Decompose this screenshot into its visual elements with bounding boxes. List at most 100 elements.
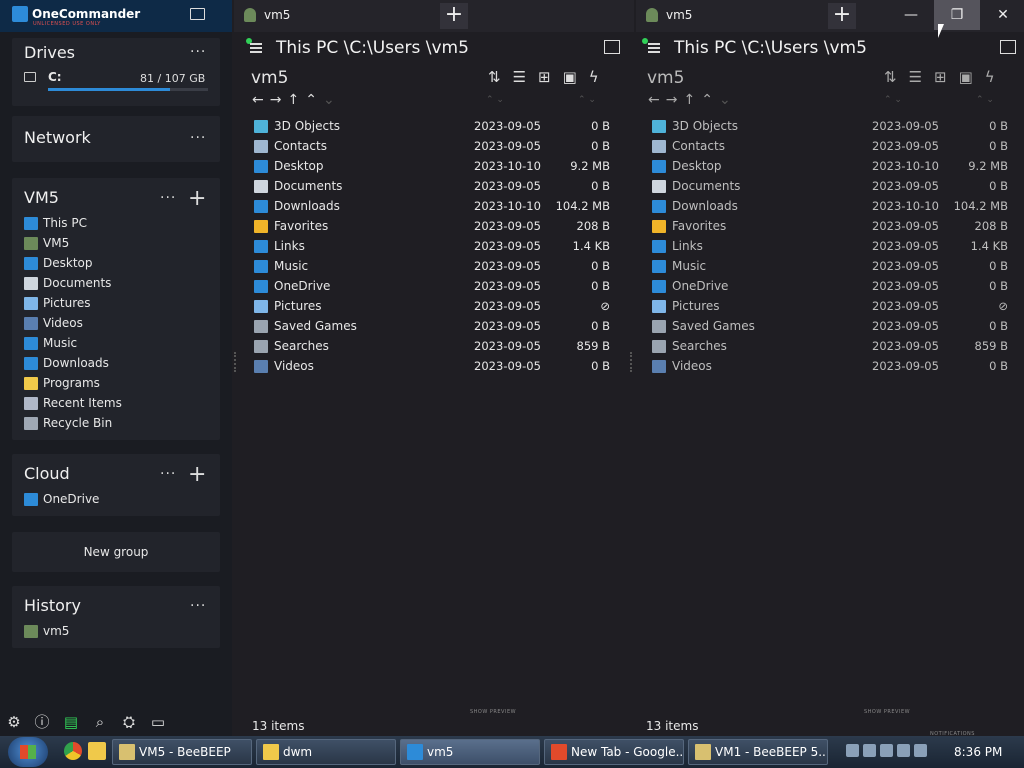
sidebar-item[interactable]: Downloads [24, 353, 109, 373]
file-row[interactable]: Documents 2023-09-05 0 B [646, 176, 1008, 196]
paste-icon[interactable]: ▣ [959, 68, 973, 86]
network-title[interactable]: Network [24, 128, 91, 147]
forward-icon[interactable]: → [270, 92, 282, 108]
layout-icon[interactable]: ▤ [63, 714, 79, 730]
file-row[interactable]: Searches 2023-09-05 859 B [646, 336, 1008, 356]
sidebar-item[interactable]: Programs [24, 373, 100, 393]
file-row[interactable]: Music 2023-09-05 0 B [248, 256, 610, 276]
security-icon[interactable] [846, 744, 859, 757]
taskbar-button[interactable]: VM1 - BeeBEEP 5.... [688, 739, 828, 765]
file-row[interactable]: Contacts 2023-09-05 0 B [646, 136, 1008, 156]
taskbar-button[interactable]: dwm [256, 739, 396, 765]
size-sorter[interactable]: ⌃ ⌄ [976, 95, 994, 105]
chevron-down-icon[interactable]: ⌄ [323, 92, 335, 108]
file-row[interactable]: 3D Objects 2023-09-05 0 B [248, 116, 610, 136]
actions-icon[interactable]: ϟ [985, 68, 995, 86]
up-icon[interactable]: ↑ [287, 92, 299, 108]
file-row[interactable]: Pictures 2023-09-05 ⊘ [248, 296, 610, 316]
file-row[interactable]: Videos 2023-09-05 0 B [646, 356, 1008, 376]
file-row[interactable]: Videos 2023-09-05 0 B [248, 356, 610, 376]
sort-icon[interactable]: ⇅ [488, 68, 501, 86]
drives-more-button[interactable]: ··· [190, 44, 206, 60]
sidebar-item[interactable]: OneDrive [24, 489, 99, 509]
file-row[interactable]: Music 2023-09-05 0 B [646, 256, 1008, 276]
date-sorter[interactable]: ⌃ ⌄ [884, 95, 902, 105]
sidebar-item[interactable]: Desktop [24, 253, 93, 273]
sidebar-item[interactable]: This PC [24, 213, 87, 233]
actions-icon[interactable]: ϟ [589, 68, 599, 86]
chevron-up-icon[interactable]: ⌃ [305, 92, 317, 108]
new-group-button[interactable]: New group [12, 532, 220, 572]
sidebar-item[interactable]: VM5 [24, 233, 69, 253]
right-show-preview[interactable]: SHOW PREVIEW [864, 709, 910, 715]
up-icon[interactable]: ↑ [683, 92, 695, 108]
settings-icon[interactable]: ⚙ [6, 714, 22, 730]
chrome-pinned-icon[interactable] [64, 742, 82, 760]
user-settings-icon[interactable]: ⛭ [121, 714, 137, 730]
taskbar-button[interactable]: VM5 - BeeBEEP [112, 739, 252, 765]
file-row[interactable]: Favorites 2023-09-05 208 B [248, 216, 610, 236]
file-row[interactable]: OneDrive 2023-09-05 0 B [646, 276, 1008, 296]
file-row[interactable]: Documents 2023-09-05 0 B [248, 176, 610, 196]
history-more-button[interactable]: ··· [190, 598, 206, 614]
close-button[interactable]: ✕ [980, 0, 1024, 30]
sort-icon[interactable]: ⇅ [884, 68, 897, 86]
sidebar-item[interactable]: Videos [24, 313, 83, 333]
date-sorter[interactable]: ⌃ ⌄ [486, 95, 504, 105]
sidebar-item[interactable]: vm5 [24, 621, 69, 641]
size-sorter[interactable]: ⌃ ⌄ [578, 95, 596, 105]
new-folder-icon[interactable]: ⊞ [934, 68, 947, 86]
new-window-icon[interactable]: ▭ [150, 714, 166, 730]
left-address-bar[interactable]: This PC \C:\Users \vm5 [250, 36, 469, 60]
file-row[interactable]: Links 2023-09-05 1.4 KB [248, 236, 610, 256]
sidebar-item[interactable]: Pictures [24, 293, 91, 313]
sidebar-item[interactable]: Documents [24, 273, 111, 293]
back-icon[interactable]: ← [252, 92, 264, 108]
network-more-button[interactable]: ··· [190, 130, 206, 146]
new-window-icon[interactable] [190, 8, 205, 20]
beebeep-tray-icon[interactable] [880, 744, 893, 757]
clock[interactable]: 8:36 PM [954, 745, 1002, 759]
search-icon[interactable]: ⌕ [92, 714, 108, 730]
file-row[interactable]: Downloads 2023-10-10 104.2 MB [646, 196, 1008, 216]
info-icon[interactable]: ⓘ [34, 714, 50, 730]
right-new-tab-button[interactable]: + [828, 3, 856, 29]
left-show-preview[interactable]: SHOW PREVIEW [470, 709, 516, 715]
sidebar-item[interactable]: Music [24, 333, 77, 353]
file-row[interactable]: Downloads 2023-10-10 104.2 MB [248, 196, 610, 216]
list-view-icon[interactable]: ☰ [513, 68, 526, 86]
file-row[interactable]: Links 2023-09-05 1.4 KB [646, 236, 1008, 256]
vm5-more-button[interactable]: ··· [160, 190, 176, 206]
vm5-add-button[interactable]: + [188, 188, 206, 210]
cloud-more-button[interactable]: ··· [160, 466, 176, 482]
minimize-button[interactable]: — [888, 0, 934, 30]
chevron-down-icon[interactable]: ⌄ [719, 92, 731, 108]
chevron-up-icon[interactable]: ⌃ [701, 92, 713, 108]
middle-splitter-handle[interactable] [630, 352, 632, 372]
file-row[interactable]: OneDrive 2023-09-05 0 B [248, 276, 610, 296]
flag-icon[interactable] [863, 744, 876, 757]
back-icon[interactable]: ← [648, 92, 660, 108]
drive-label[interactable]: C: [48, 70, 62, 84]
new-folder-icon[interactable]: ⊞ [538, 68, 551, 86]
file-row[interactable]: Favorites 2023-09-05 208 B [646, 216, 1008, 236]
left-tab[interactable]: vm5 [242, 0, 432, 30]
file-row[interactable]: Desktop 2023-10-10 9.2 MB [646, 156, 1008, 176]
sidebar-item[interactable]: Recent Items [24, 393, 122, 413]
file-row[interactable]: Searches 2023-09-05 859 B [248, 336, 610, 356]
paste-icon[interactable]: ▣ [563, 68, 577, 86]
menu-icon[interactable] [648, 43, 660, 53]
columns-view-icon[interactable] [1000, 40, 1016, 54]
forward-icon[interactable]: → [666, 92, 678, 108]
columns-view-icon[interactable] [604, 40, 620, 54]
right-address-bar[interactable]: This PC \C:\Users \vm5 [648, 36, 867, 60]
left-new-tab-button[interactable]: + [440, 3, 468, 29]
taskbar-button[interactable]: vm5 [400, 739, 540, 765]
menu-icon[interactable] [250, 43, 262, 53]
sidebar-item[interactable]: Recycle Bin [24, 413, 112, 433]
file-row[interactable]: Saved Games 2023-09-05 0 B [646, 316, 1008, 336]
network-icon[interactable] [897, 744, 910, 757]
left-splitter-handle[interactable] [234, 352, 236, 372]
file-row[interactable]: Contacts 2023-09-05 0 B [248, 136, 610, 156]
start-button[interactable] [8, 737, 48, 767]
